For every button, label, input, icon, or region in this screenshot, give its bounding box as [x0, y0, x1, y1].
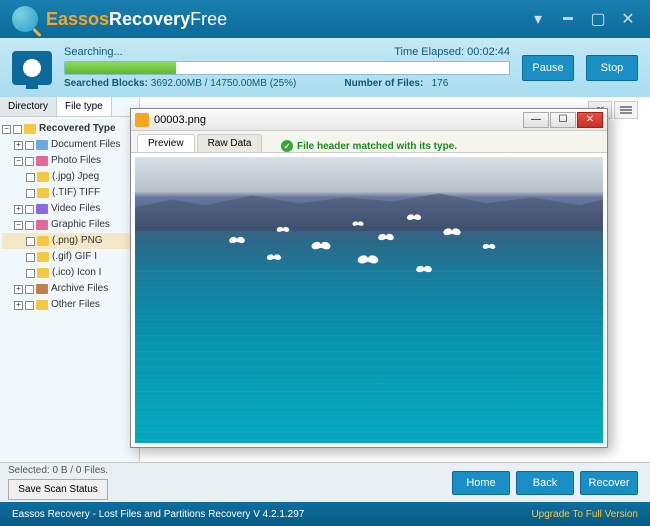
- header-match-status: ✓ File header matched with its type.: [281, 140, 457, 152]
- tree-tif[interactable]: (.TIF) TIFF: [2, 185, 137, 201]
- tab-preview[interactable]: Preview: [137, 134, 195, 152]
- tree-other-files[interactable]: +Other Files: [2, 297, 137, 313]
- back-button[interactable]: Back: [516, 471, 574, 495]
- dialog-title: 00003.png: [154, 114, 206, 126]
- app-title: EassosRecoveryFree: [46, 9, 227, 30]
- tree-ico[interactable]: (.ico) Icon I: [2, 265, 137, 281]
- number-of-files: Number of Files: 176: [344, 78, 448, 89]
- preview-dialog: 00003.png — ☐ ✕ Preview Raw Data ✓ File …: [130, 108, 608, 448]
- searching-label: Searching...: [64, 46, 123, 58]
- tab-raw-data[interactable]: Raw Data: [197, 134, 263, 152]
- maximize-icon[interactable]: ▢: [588, 11, 608, 27]
- tab-filetype[interactable]: File type: [57, 97, 112, 116]
- preview-content: [131, 153, 607, 447]
- recover-button[interactable]: Recover: [580, 471, 638, 495]
- dialog-tabs: Preview Raw Data ✓ File header matched w…: [131, 131, 607, 153]
- tree-graphic-files[interactable]: −Graphic Files: [2, 217, 137, 233]
- status-bar: Eassos Recovery - Lost Files and Partiti…: [0, 502, 650, 526]
- tree-png[interactable]: (.png) PNG: [2, 233, 137, 249]
- logo-edition: Free: [190, 9, 227, 29]
- version-text: Eassos Recovery - Lost Files and Partiti…: [12, 509, 304, 520]
- dialog-close-icon[interactable]: ✕: [577, 112, 603, 128]
- dialog-file-icon: [135, 113, 149, 127]
- left-tabs: Directory File type: [0, 97, 139, 117]
- menu-dropdown-icon[interactable]: ▾: [528, 11, 548, 27]
- minimize-icon[interactable]: ━: [558, 11, 578, 27]
- tree-document-files[interactable]: +Document Files: [2, 137, 137, 153]
- home-button[interactable]: Home: [452, 471, 510, 495]
- upgrade-link[interactable]: Upgrade To Full Version: [531, 509, 638, 520]
- tree-video-files[interactable]: +Video Files: [2, 201, 137, 217]
- dialog-minimize-icon[interactable]: —: [523, 112, 549, 128]
- searched-blocks: Searched Blocks: 3692.00MB / 14750.00MB …: [64, 78, 296, 89]
- time-elapsed: Time Elapsed: 00:02:44: [394, 46, 510, 58]
- close-icon[interactable]: ✕: [618, 11, 638, 27]
- preview-image: [135, 157, 603, 443]
- selected-status: Selected: 0 B / 0 Files.: [8, 465, 108, 476]
- progress-bar: [64, 61, 510, 75]
- tree-gif[interactable]: (.gif) GIF I: [2, 249, 137, 265]
- left-pane: Directory File type −Recovered Type +Doc…: [0, 97, 140, 462]
- tab-directory[interactable]: Directory: [0, 97, 57, 116]
- footer-bar: Selected: 0 B / 0 Files. Save Scan Statu…: [0, 462, 650, 502]
- dialog-titlebar[interactable]: 00003.png — ☐ ✕: [131, 109, 607, 131]
- file-tree[interactable]: −Recovered Type +Document Files −Photo F…: [0, 117, 139, 317]
- app-logo-icon: [12, 6, 38, 32]
- monitor-search-icon: [12, 51, 52, 85]
- save-scan-button[interactable]: Save Scan Status: [8, 479, 108, 500]
- progress-panel: Searching... Time Elapsed: 00:02:44 Sear…: [0, 38, 650, 97]
- pause-button[interactable]: Pause: [522, 55, 574, 81]
- tree-jpg[interactable]: (.jpg) Jpeg: [2, 169, 137, 185]
- tree-root[interactable]: −Recovered Type: [2, 121, 137, 137]
- logo-product: Recovery: [109, 9, 190, 29]
- titlebar: EassosRecoveryFree ▾ ━ ▢ ✕: [0, 0, 650, 38]
- logo-brand: Eassos: [46, 9, 109, 29]
- list-view-icon[interactable]: [614, 101, 638, 119]
- check-icon: ✓: [281, 140, 293, 152]
- dialog-maximize-icon[interactable]: ☐: [550, 112, 576, 128]
- tree-photo-files[interactable]: −Photo Files: [2, 153, 137, 169]
- tree-archive-files[interactable]: +Archive Files: [2, 281, 137, 297]
- stop-button[interactable]: Stop: [586, 55, 638, 81]
